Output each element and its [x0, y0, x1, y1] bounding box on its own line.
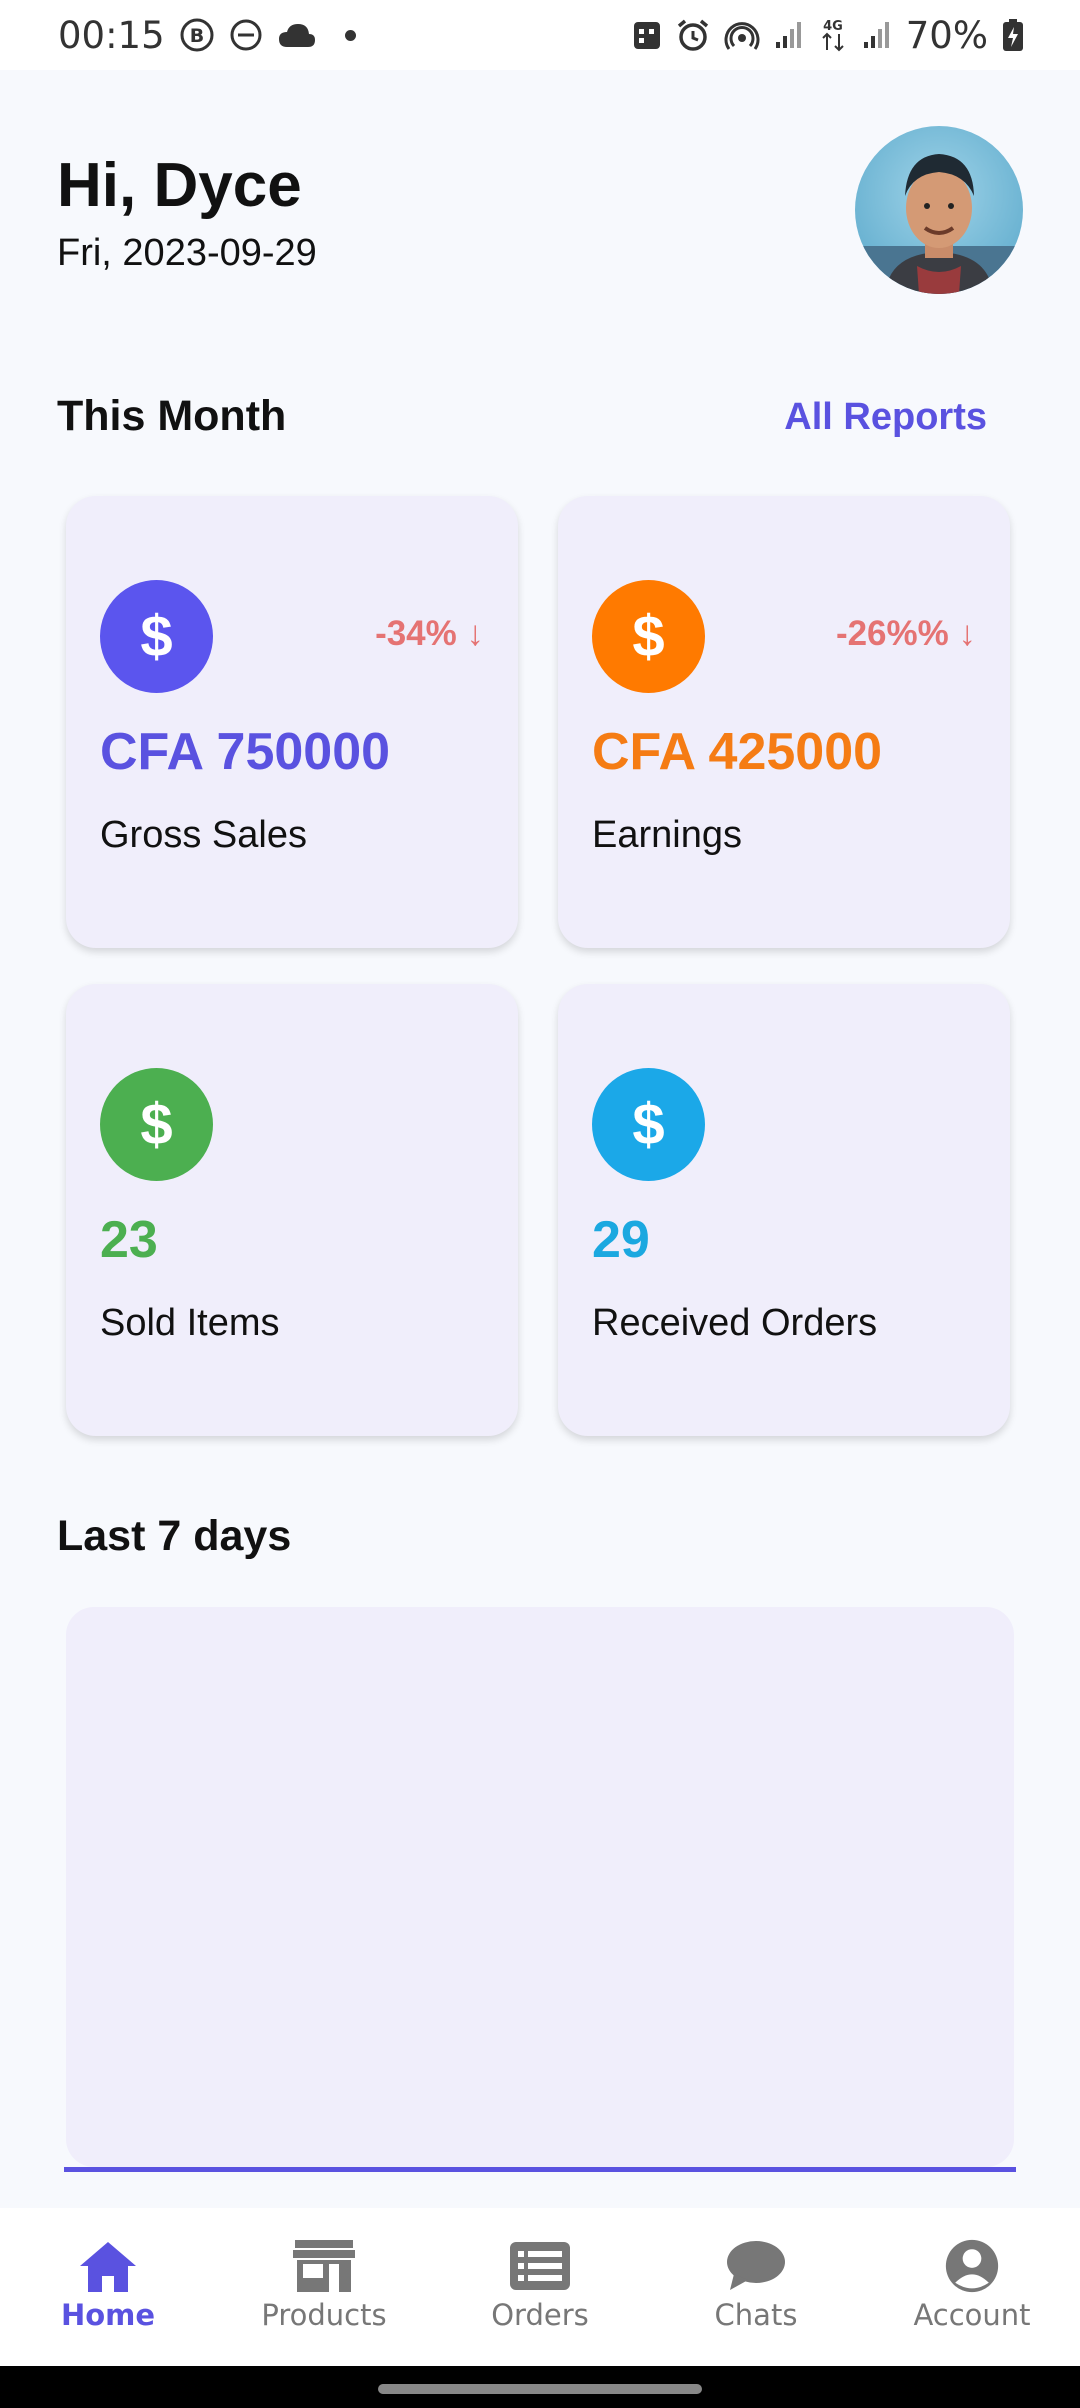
status-bar: 00:15 B 4G 70%: [0, 0, 1080, 70]
nav-label-chats: Chats: [714, 2298, 798, 2332]
do-not-disturb-icon: [229, 18, 263, 52]
battery-charging-icon: [1002, 18, 1024, 52]
list-icon: [510, 2242, 570, 2290]
last-7-days-chart: [66, 1607, 1014, 2167]
nav-chats[interactable]: Chats: [656, 2238, 856, 2332]
cloud-icon: [277, 21, 317, 49]
avatar[interactable]: [855, 126, 1023, 294]
dollar-icon: $: [592, 580, 705, 693]
svg-text:4G: 4G: [823, 19, 843, 34]
bottom-nav: Home Products Orders Chats Account: [0, 2208, 1080, 2366]
received-orders-label: Received Orders: [592, 1302, 878, 1344]
hotspot-icon: [724, 18, 760, 52]
earnings-value: CFA 425000: [592, 723, 883, 781]
sold-items-label: Sold Items: [100, 1302, 280, 1344]
nav-products[interactable]: Products: [224, 2238, 424, 2332]
alarm-icon: [676, 18, 710, 52]
chat-bubble-icon: [727, 2241, 785, 2290]
received-orders-card[interactable]: $ 29 Received Orders: [558, 984, 1010, 1436]
notification-dot-icon: [344, 29, 356, 41]
nav-label-home: Home: [60, 2298, 156, 2332]
all-reports-link[interactable]: All Reports: [784, 396, 987, 439]
store-icon: [293, 2240, 355, 2292]
gross-sales-change: -34% ↓: [375, 614, 484, 653]
account-circle-icon: [945, 2239, 999, 2293]
calendar-app-icon: [632, 19, 662, 51]
signal-icon: [774, 20, 804, 50]
b-badge-icon: B: [179, 17, 215, 53]
nav-account[interactable]: Account: [872, 2238, 1072, 2332]
nav-label-account: Account: [913, 2298, 1031, 2332]
nav-label-orders: Orders: [491, 2298, 589, 2332]
earnings-label: Earnings: [592, 814, 742, 856]
gross-sales-label: Gross Sales: [100, 814, 307, 856]
nav-orders[interactable]: Orders: [440, 2238, 640, 2332]
network-type-icon: 4G: [818, 17, 848, 53]
dollar-icon: $: [100, 1068, 213, 1181]
earnings-change: -26%% ↓: [835, 614, 976, 653]
status-time: 00:15: [58, 13, 165, 57]
signal-icon-2: [862, 20, 892, 50]
greeting: Hi, Dyce: [57, 151, 302, 220]
earnings-card[interactable]: $ -26%% ↓ CFA 425000 Earnings: [558, 496, 1010, 948]
home-gesture-bar[interactable]: [378, 2384, 702, 2394]
current-date: Fri, 2023-09-29: [57, 232, 317, 274]
nav-home[interactable]: Home: [8, 2238, 208, 2332]
dollar-icon: $: [592, 1068, 705, 1181]
section-title-last-7-days: Last 7 days: [57, 1512, 292, 1560]
svg-text:B: B: [189, 25, 203, 47]
section-title-this-month: This Month: [57, 392, 287, 440]
home-icon: [80, 2242, 136, 2292]
dollar-icon: $: [100, 580, 213, 693]
sold-items-card[interactable]: $ 23 Sold Items: [66, 984, 518, 1436]
sold-items-value: 23: [100, 1211, 158, 1269]
gross-sales-card[interactable]: $ -34% ↓ CFA 750000 Gross Sales: [66, 496, 518, 948]
gross-sales-value: CFA 750000: [100, 723, 391, 781]
battery-percent: 70%: [905, 13, 988, 57]
chart-baseline: [64, 2167, 1016, 2172]
received-orders-value: 29: [592, 1211, 650, 1269]
nav-label-products: Products: [261, 2298, 387, 2332]
